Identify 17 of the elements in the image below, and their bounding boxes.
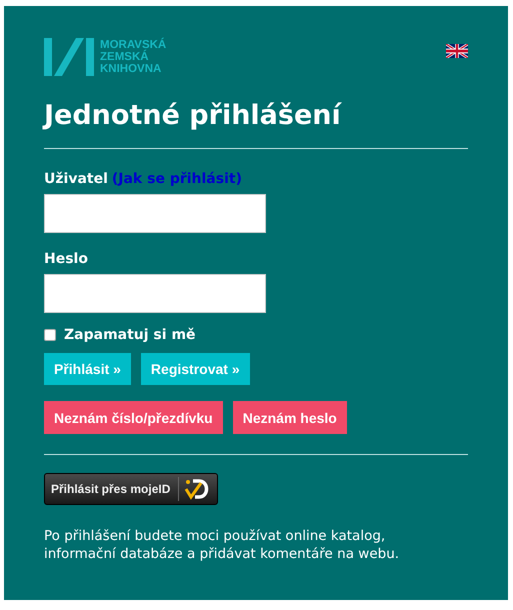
checkbox-label: Zapamatuj si mě <box>64 327 196 343</box>
login-button[interactable]: Přihlásit » <box>44 353 131 385</box>
uk-flag-icon[interactable] <box>446 44 468 58</box>
logo-mark-icon <box>44 38 94 76</box>
info-text: Po přihlášení budete moci používat online katalog, informační databáze a přidávat komentáře na webu. <box>44 527 400 563</box>
remember-checkbox[interactable] <box>44 329 56 341</box>
register-button[interactable]: Registrovat » <box>140 353 250 385</box>
input-field[interactable] <box>44 194 266 233</box>
help-link[interactable]: (Jak se přihlásit) <box>112 171 242 187</box>
forgot-number-button[interactable]: Neznám číslo/přezdívku <box>44 401 223 434</box>
forgot-password-button[interactable]: Neznám heslo <box>232 401 347 434</box>
field-label: Heslo <box>44 251 88 267</box>
mojeid-button[interactable]: Přihlásit přes mojeID <box>44 473 218 505</box>
page-title: Jednotné přihlášení <box>44 99 341 133</box>
field-label: Uživatel <box>44 171 108 187</box>
input-field[interactable] <box>44 274 266 313</box>
logo-text: MORAVSKÁ ZEMSKÁ KNIHOVNA <box>100 39 166 75</box>
